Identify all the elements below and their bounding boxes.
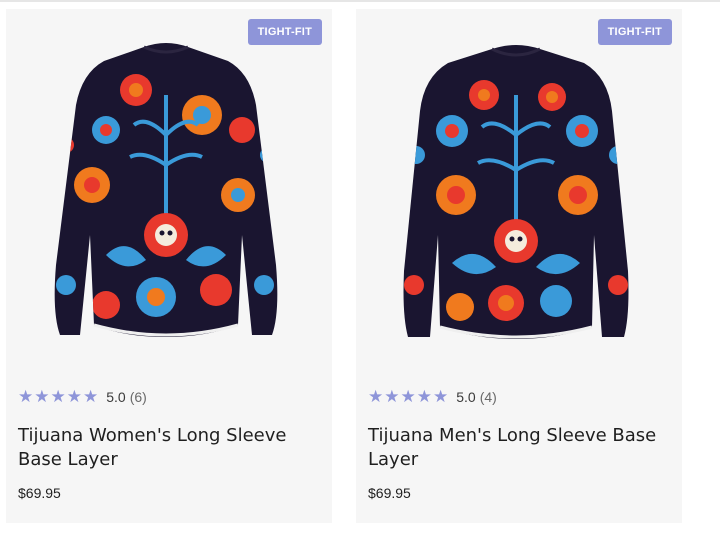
star-icon: ★ bbox=[66, 387, 82, 406]
product-price: $69.95 bbox=[368, 485, 411, 501]
review-count[interactable]: (6) bbox=[130, 389, 147, 405]
star-icon: ★ bbox=[384, 387, 400, 406]
star-icon: ★ bbox=[18, 387, 34, 406]
top-divider bbox=[0, 0, 720, 2]
star-icon: ★ bbox=[34, 387, 50, 406]
star-icon: ★ bbox=[416, 387, 432, 406]
product-image[interactable] bbox=[6, 35, 332, 355]
product-card[interactable]: TIGHT-FIT bbox=[6, 9, 332, 523]
star-icon: ★ bbox=[368, 387, 384, 406]
jersey-mens-image bbox=[403, 45, 629, 339]
star-icon: ★ bbox=[50, 387, 66, 406]
rating-value: 5.0 bbox=[456, 388, 476, 405]
star-icon: ★ bbox=[400, 387, 416, 406]
product-image[interactable] bbox=[356, 35, 682, 355]
rating: ★ ★ ★ ★ ★ 5.0 (4) bbox=[368, 388, 497, 405]
star-icon: ★ bbox=[83, 387, 99, 406]
product-title[interactable]: Tijuana Men's Long Sleeve Base Layer bbox=[368, 424, 658, 472]
review-count[interactable]: (4) bbox=[480, 389, 497, 405]
jersey-womens-image bbox=[54, 43, 278, 337]
star-icon: ★ bbox=[433, 387, 449, 406]
product-price: $69.95 bbox=[18, 485, 61, 501]
product-title[interactable]: Tijuana Women's Long Sleeve Base Layer bbox=[18, 424, 308, 472]
rating: ★ ★ ★ ★ ★ 5.0 (6) bbox=[18, 388, 147, 405]
product-card[interactable]: TIGHT-FIT bbox=[356, 9, 682, 523]
star-rating: ★ ★ ★ ★ ★ bbox=[18, 388, 98, 405]
rating-value: 5.0 bbox=[106, 388, 126, 405]
star-rating: ★ ★ ★ ★ ★ bbox=[368, 388, 448, 405]
